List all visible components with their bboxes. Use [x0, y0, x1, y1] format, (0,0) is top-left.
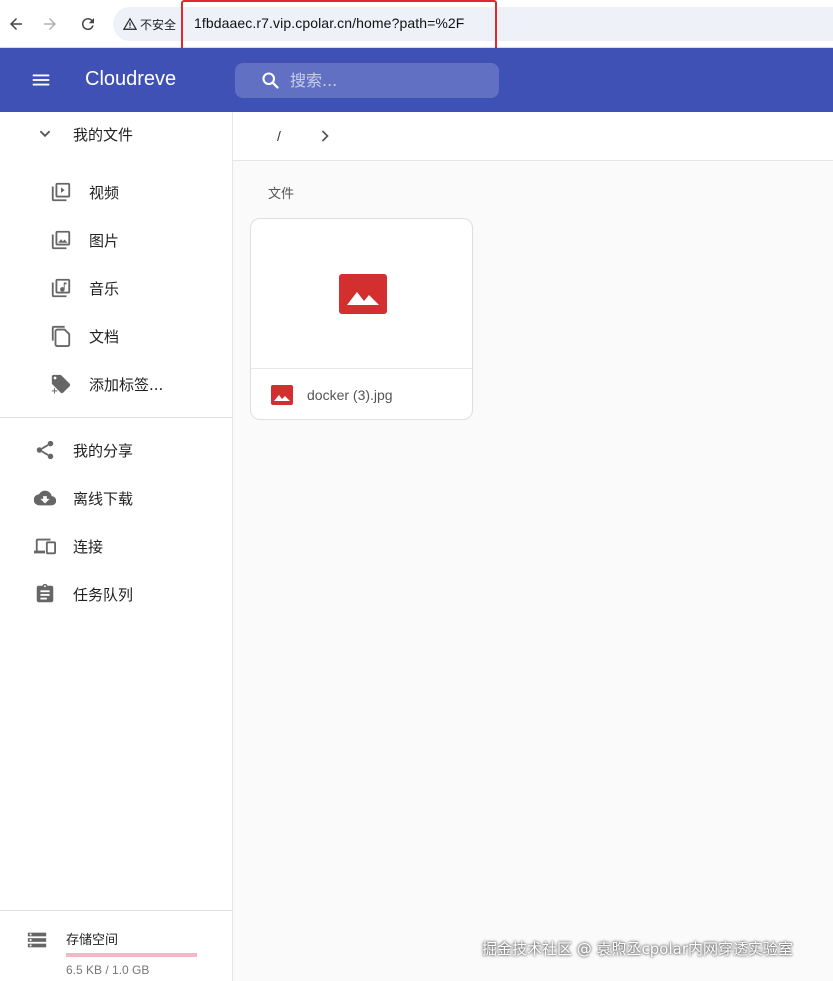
breadcrumb-root[interactable]: /	[277, 128, 281, 144]
reload-icon	[81, 18, 94, 31]
sidebar-item-label: 离线下载	[73, 489, 134, 508]
section-title: 文件	[268, 187, 295, 202]
music-library-icon	[49, 276, 73, 300]
sidebar-item-label: 任务队列	[73, 585, 134, 604]
storage-progress-bar	[66, 953, 197, 957]
hamburger-menu-icon	[32, 74, 50, 86]
sidebar: 我的文件 视频 图片 音乐 文档 添加标签... 我的分享 离线下载 连接 任务…	[0, 112, 233, 981]
breadcrumb: /	[233, 112, 833, 161]
app-title: Cloudreve	[85, 68, 177, 90]
file-footer[interactable]: docker (3).jpg	[251, 370, 472, 419]
sidebar-item-my-files[interactable]: 我的文件	[0, 112, 232, 156]
storage-icon	[27, 932, 47, 948]
browser-toolbar: 不安全 1fbdaaec.r7.vip.cpolar.cn/home?path=…	[0, 0, 833, 54]
sidebar-item-label: 视频	[89, 183, 120, 202]
arrow-left-icon	[10, 18, 22, 30]
sidebar-item-label: 文档	[89, 327, 120, 346]
sidebar-item-music[interactable]: 音乐	[0, 266, 232, 310]
cloud-download-icon	[33, 486, 57, 510]
security-label: 不安全	[140, 17, 177, 32]
sidebar-item-images[interactable]: 图片	[0, 218, 232, 262]
warning-icon	[123, 17, 137, 30]
back-button[interactable]	[4, 12, 28, 36]
sidebar-item-connections[interactable]: 连接	[0, 524, 232, 568]
devices-icon	[33, 534, 57, 558]
reload-button[interactable]	[76, 12, 100, 36]
menu-button[interactable]	[26, 65, 56, 95]
search-input[interactable]	[290, 63, 490, 98]
sidebar-item-label: 我的文件	[73, 125, 134, 144]
clipboard-icon	[33, 582, 57, 606]
search-icon	[262, 72, 279, 89]
storage-title: 存储空间	[66, 933, 119, 948]
arrow-right-icon	[44, 18, 56, 30]
sidebar-divider	[0, 417, 232, 418]
file-preview[interactable]	[251, 219, 472, 369]
add-tag-icon	[49, 372, 73, 396]
image-library-icon	[49, 228, 73, 252]
image-file-icon	[338, 273, 387, 314]
security-indicator[interactable]: 不安全	[123, 15, 176, 33]
document-icon	[49, 324, 73, 348]
sidebar-item-label: 连接	[73, 537, 104, 556]
forward-button[interactable]	[38, 12, 62, 36]
search-box[interactable]	[235, 63, 499, 98]
sidebar-item-my-shares[interactable]: 我的分享	[0, 428, 232, 472]
storage-usage: 6.5 KB / 1.0 GB	[66, 963, 150, 977]
sidebar-item-documents[interactable]: 文档	[0, 314, 232, 358]
sidebar-item-task-queue[interactable]: 任务队列	[0, 572, 232, 616]
sidebar-item-label: 图片	[89, 231, 120, 250]
image-file-small-icon	[271, 385, 293, 405]
chevron-right-icon[interactable]	[315, 126, 335, 146]
sidebar-item-video[interactable]: 视频	[0, 170, 232, 214]
share-icon	[33, 438, 57, 462]
watermark: 掘金技术社区 @ 袁煦丞cpolar内网穿透实验室	[482, 940, 794, 958]
app-header: Cloudreve	[0, 48, 833, 112]
file-card[interactable]: docker (3).jpg	[250, 218, 473, 420]
sidebar-item-label: 音乐	[89, 279, 120, 298]
sidebar-item-label: 我的分享	[73, 441, 134, 460]
sidebar-item-offline-download[interactable]: 离线下载	[0, 476, 232, 520]
chevron-down-icon	[33, 122, 57, 146]
storage-panel: 存储空间 6.5 KB / 1.0 GB	[0, 910, 232, 981]
video-icon	[49, 180, 73, 204]
sidebar-item-add-tag[interactable]: 添加标签...	[0, 362, 232, 406]
sidebar-item-label: 添加标签...	[89, 375, 164, 394]
file-name: docker (3).jpg	[307, 387, 393, 403]
url-highlight-box	[181, 0, 497, 54]
